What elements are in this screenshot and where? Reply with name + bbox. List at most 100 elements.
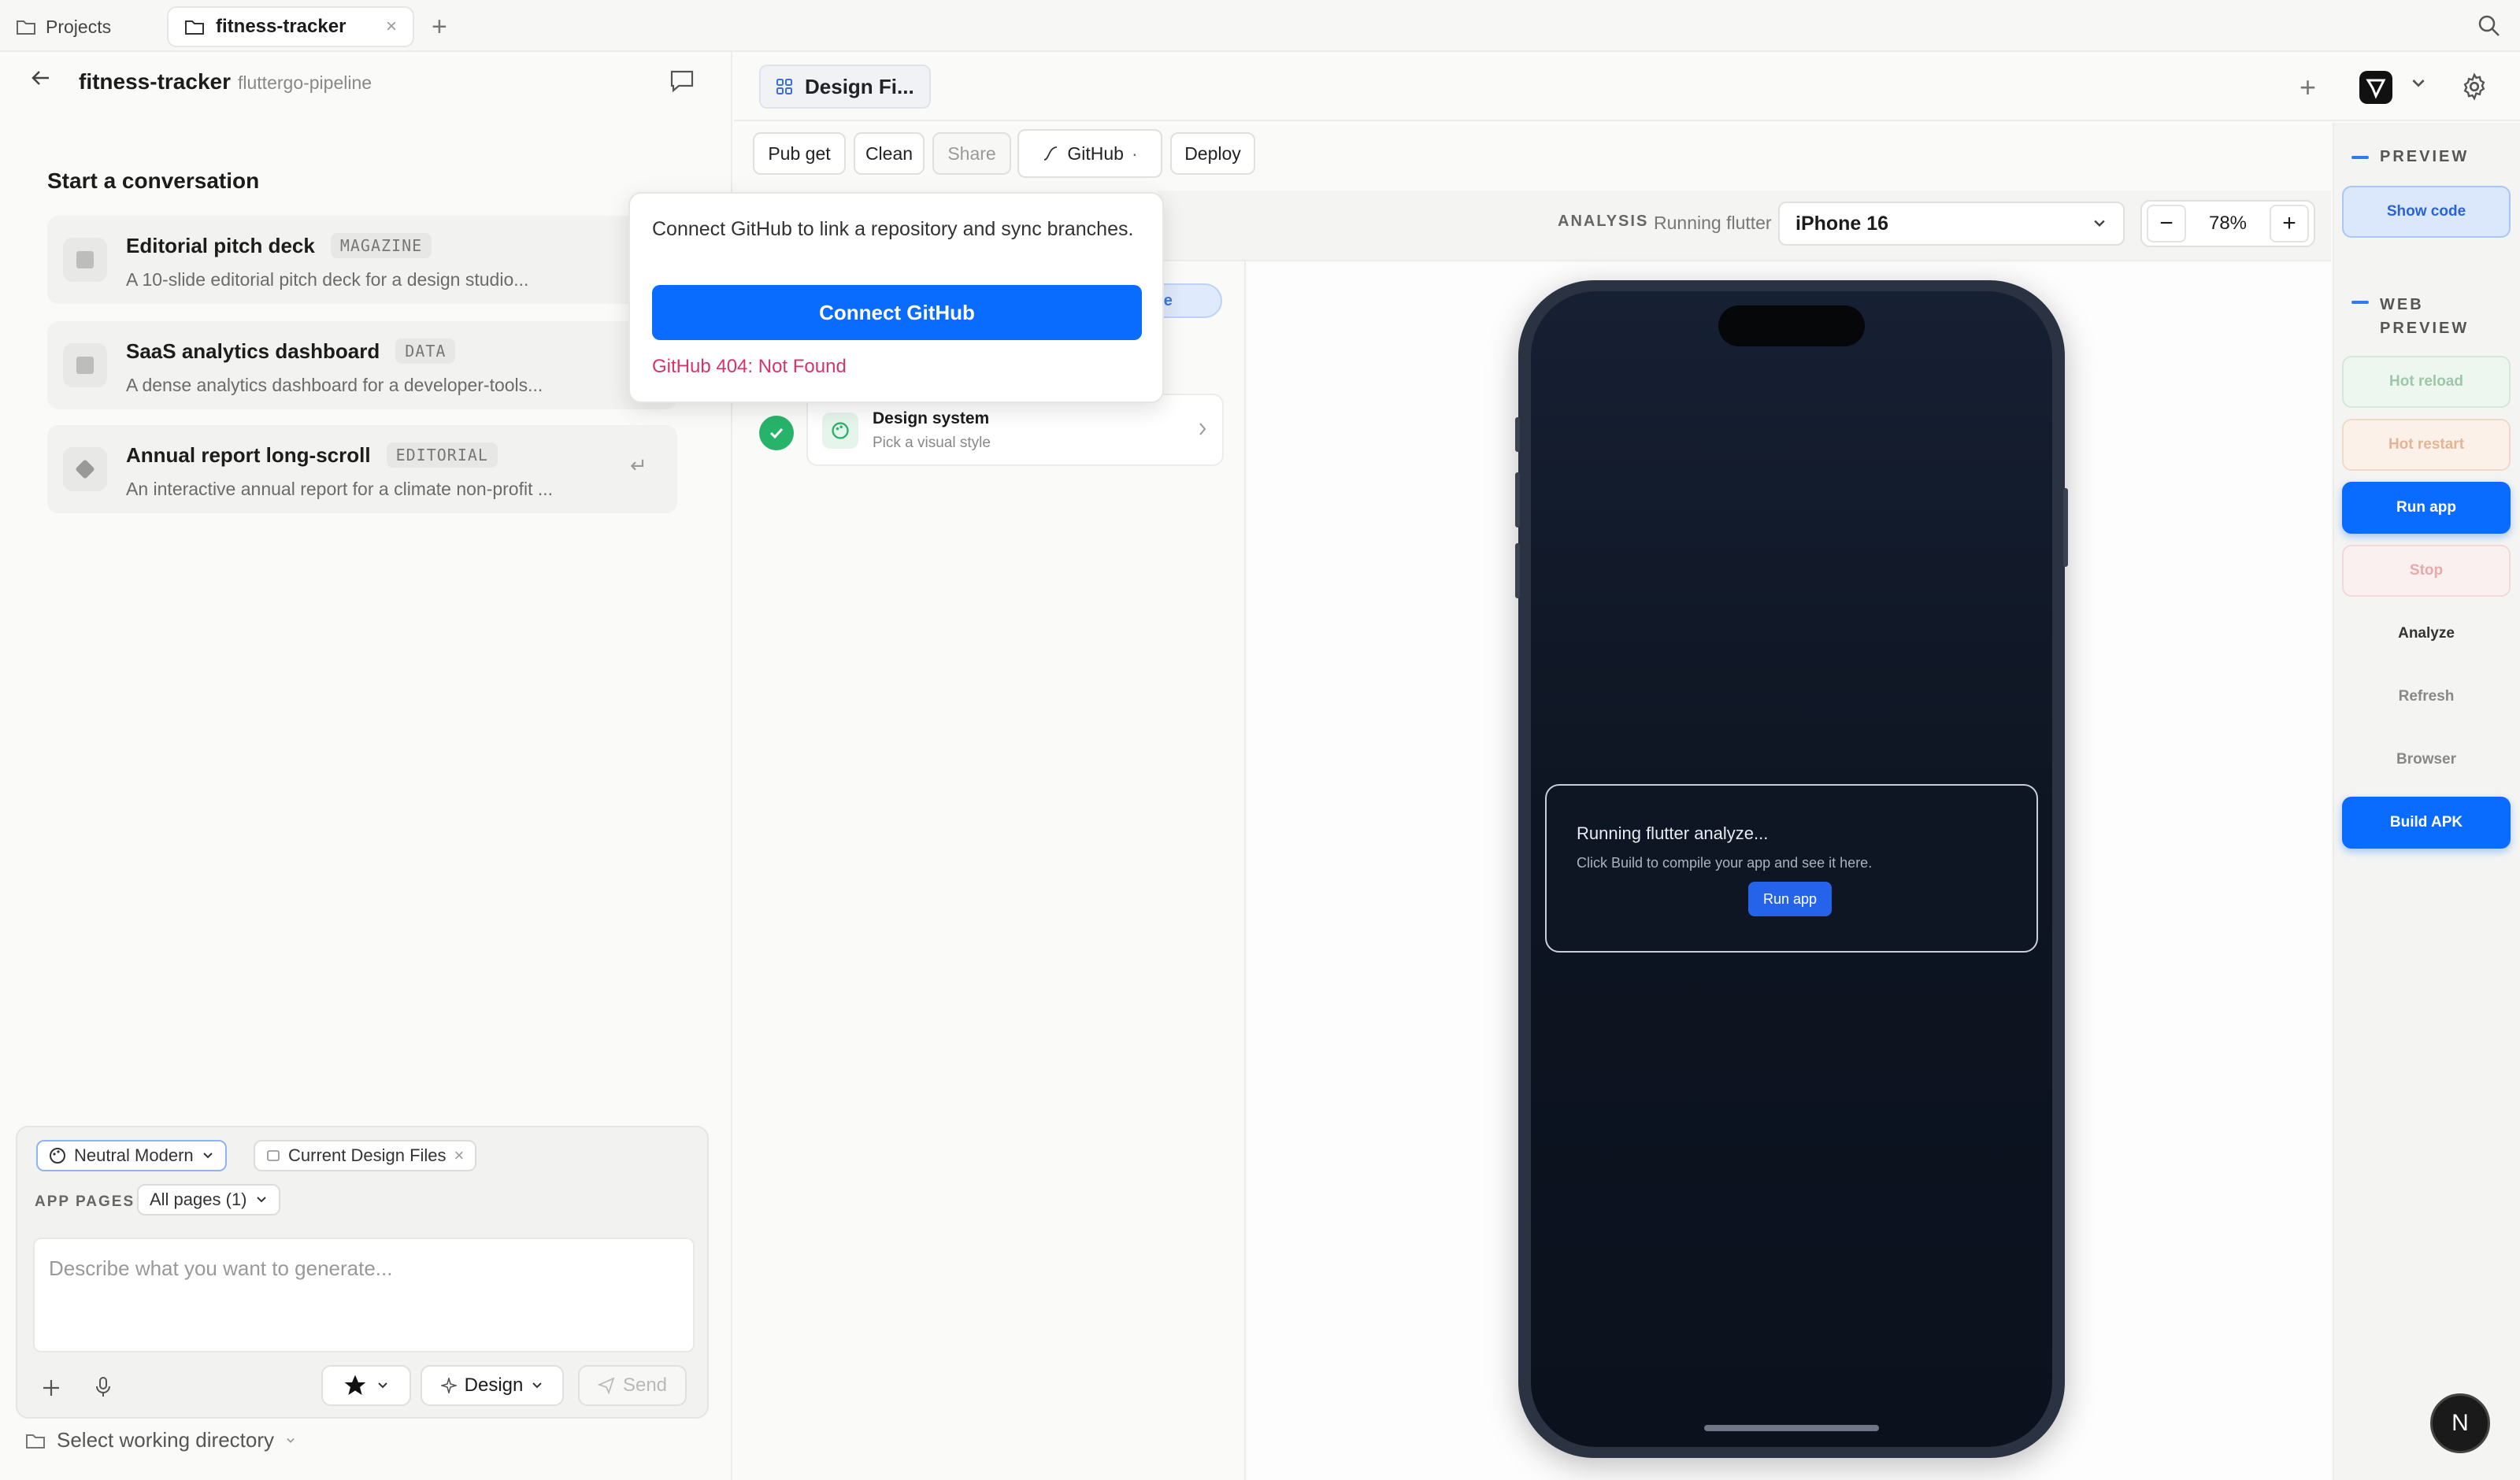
start-heading: Start a conversation <box>47 168 260 193</box>
add-panel-button[interactable]: + <box>2300 71 2316 104</box>
template-card-saas[interactable]: SaaS analytics dashboard DATA A dense ana… <box>47 321 677 409</box>
projects-button[interactable]: Projects <box>16 11 111 43</box>
device-value: iPhone 16 <box>1796 212 1889 235</box>
analyze-button[interactable]: Analyze <box>2342 608 2511 660</box>
chat-bubble-icon[interactable] <box>669 69 695 93</box>
search-icon[interactable] <box>2477 14 2501 38</box>
template-card-editorial[interactable]: Editorial pitch deck MAGAZINE A 10-slide … <box>47 216 677 304</box>
template-card-annual[interactable]: Annual report long-scroll EDITORIAL An in… <box>47 425 677 513</box>
card-desc: A 10-slide editorial pitch deck for a de… <box>126 269 529 290</box>
github-label: GitHub <box>1067 142 1124 164</box>
prompt-input[interactable]: Describe what you want to generate... <box>33 1238 695 1352</box>
pages-select[interactable]: All pages (1) <box>137 1184 280 1215</box>
build-apk-button[interactable]: Build APK <box>2342 797 2511 849</box>
github-error: GitHub 404: Not Found <box>652 356 847 377</box>
projects-label: Projects <box>46 16 112 37</box>
file-icon <box>267 1150 280 1161</box>
chevron-down-icon <box>287 1437 295 1443</box>
project-tab[interactable]: fitness-tracker × <box>167 6 414 47</box>
show-code-button[interactable]: Show code <box>2342 186 2511 238</box>
hot-reload-button[interactable]: Hot reload <box>2342 356 2511 408</box>
web-preview-label-line2: PREVIEW <box>2380 320 2470 337</box>
analysis-label: ANALYSIS <box>1558 213 1649 230</box>
step-design-system[interactable]: Design system Pick a visual style <box>806 394 1224 466</box>
files-chip[interactable]: Current Design Files × <box>254 1140 477 1171</box>
template-icon <box>63 343 107 387</box>
chevron-down-icon[interactable] <box>2410 77 2427 90</box>
card-desc: A dense analytics dashboard for a develo… <box>126 375 543 395</box>
user-avatar[interactable]: N <box>2430 1393 2490 1453</box>
microphone-icon[interactable] <box>94 1376 112 1398</box>
zoom-out-button[interactable]: − <box>2147 205 2186 242</box>
tab-label: fitness-tracker <box>216 16 346 37</box>
pub-get-button[interactable]: Pub get <box>753 132 846 175</box>
check-icon <box>759 416 794 450</box>
working-directory-select[interactable]: Select working directory <box>25 1428 296 1452</box>
deploy-button[interactable]: Deploy <box>1170 132 1255 175</box>
star-icon <box>344 1375 366 1395</box>
phone-side-button <box>1515 543 1520 598</box>
chevron-down-icon <box>378 1382 387 1389</box>
refresh-button[interactable]: Refresh <box>2342 671 2511 723</box>
preview-label: PREVIEW <box>2380 148 2470 165</box>
app-pages-label: APP PAGES <box>35 1193 135 1210</box>
chevron-right-icon <box>1199 423 1206 435</box>
phone-side-button <box>1515 417 1520 452</box>
design-files-tab[interactable]: Design Fi... <box>759 65 931 109</box>
clean-button[interactable]: Clean <box>854 132 925 175</box>
zoom-control: − 78% + <box>2140 200 2315 247</box>
model-selector[interactable] <box>321 1365 411 1406</box>
browser-button[interactable]: Browser <box>2342 734 2511 786</box>
style-chip[interactable]: Neutral Modern <box>36 1140 227 1171</box>
chevron-down-icon <box>532 1382 543 1389</box>
phone-side-button <box>2063 488 2068 567</box>
github-button[interactable]: GitHub · <box>1017 129 1162 178</box>
new-tab-button[interactable]: + <box>432 11 447 43</box>
gear-icon[interactable] <box>2460 72 2488 101</box>
analysis-status: Running flutter <box>1654 213 1772 233</box>
remove-chip-icon[interactable]: × <box>454 1145 465 1166</box>
zoom-in-button[interactable]: + <box>2269 205 2309 242</box>
web-preview-section-label: WEB PREVIEW <box>2351 293 2469 340</box>
stop-button[interactable]: Stop <box>2342 545 2511 597</box>
workspace-header <box>734 52 2520 121</box>
app-logo-icon[interactable] <box>2359 71 2392 104</box>
popover-text: Connect GitHub to link a repository and … <box>652 218 1134 240</box>
send-icon <box>597 1377 615 1394</box>
back-arrow-icon[interactable] <box>28 66 52 90</box>
card-title: SaaS analytics dashboard <box>126 339 380 363</box>
device-select[interactable]: iPhone 16 <box>1778 202 2125 246</box>
status-title: Running flutter analyze... <box>1577 823 1769 843</box>
card-desc: An interactive annual report for a clima… <box>126 479 554 499</box>
project-subtitle: fluttergo-pipeline <box>238 72 372 93</box>
card-badge: MAGAZINE <box>330 233 432 258</box>
diamond-icon <box>63 447 107 491</box>
folder-icon <box>185 20 204 35</box>
branch-icon <box>1044 146 1058 161</box>
run-app-button[interactable]: Run app <box>2342 482 2511 534</box>
template-icon <box>63 238 107 282</box>
connect-github-button[interactable]: Connect GitHub <box>652 285 1142 340</box>
style-chip-label: Neutral Modern <box>74 1145 194 1165</box>
mode-label: Design <box>464 1375 524 1396</box>
share-button[interactable]: Share <box>932 132 1011 175</box>
design-tab-label: Design Fi... <box>805 74 914 98</box>
close-tab-icon[interactable]: × <box>386 16 397 38</box>
mode-selector[interactable]: Design <box>421 1365 564 1406</box>
files-chip-label: Current Design Files <box>288 1145 447 1165</box>
grid-icon <box>776 79 792 94</box>
card-badge: EDITORIAL <box>386 442 498 468</box>
dynamic-island <box>1718 305 1865 346</box>
send-label: Send <box>622 1375 668 1396</box>
build-status-card: Running flutter analyze... Click Build t… <box>1545 784 2038 953</box>
status-subtitle: Click Build to compile your app and see … <box>1577 855 1873 871</box>
pages-value: All pages (1) <box>150 1190 247 1209</box>
send-button[interactable]: Send <box>578 1365 687 1406</box>
phone-run-app-button[interactable]: Run app <box>1748 882 1832 916</box>
hot-restart-button[interactable]: Hot restart <box>2342 419 2511 471</box>
chevron-down-icon <box>202 1153 213 1159</box>
folder-icon <box>17 20 35 35</box>
working-directory-label: Select working directory <box>57 1428 274 1452</box>
plus-icon[interactable] <box>41 1378 61 1398</box>
preview-section-label: PREVIEW <box>2351 148 2469 166</box>
